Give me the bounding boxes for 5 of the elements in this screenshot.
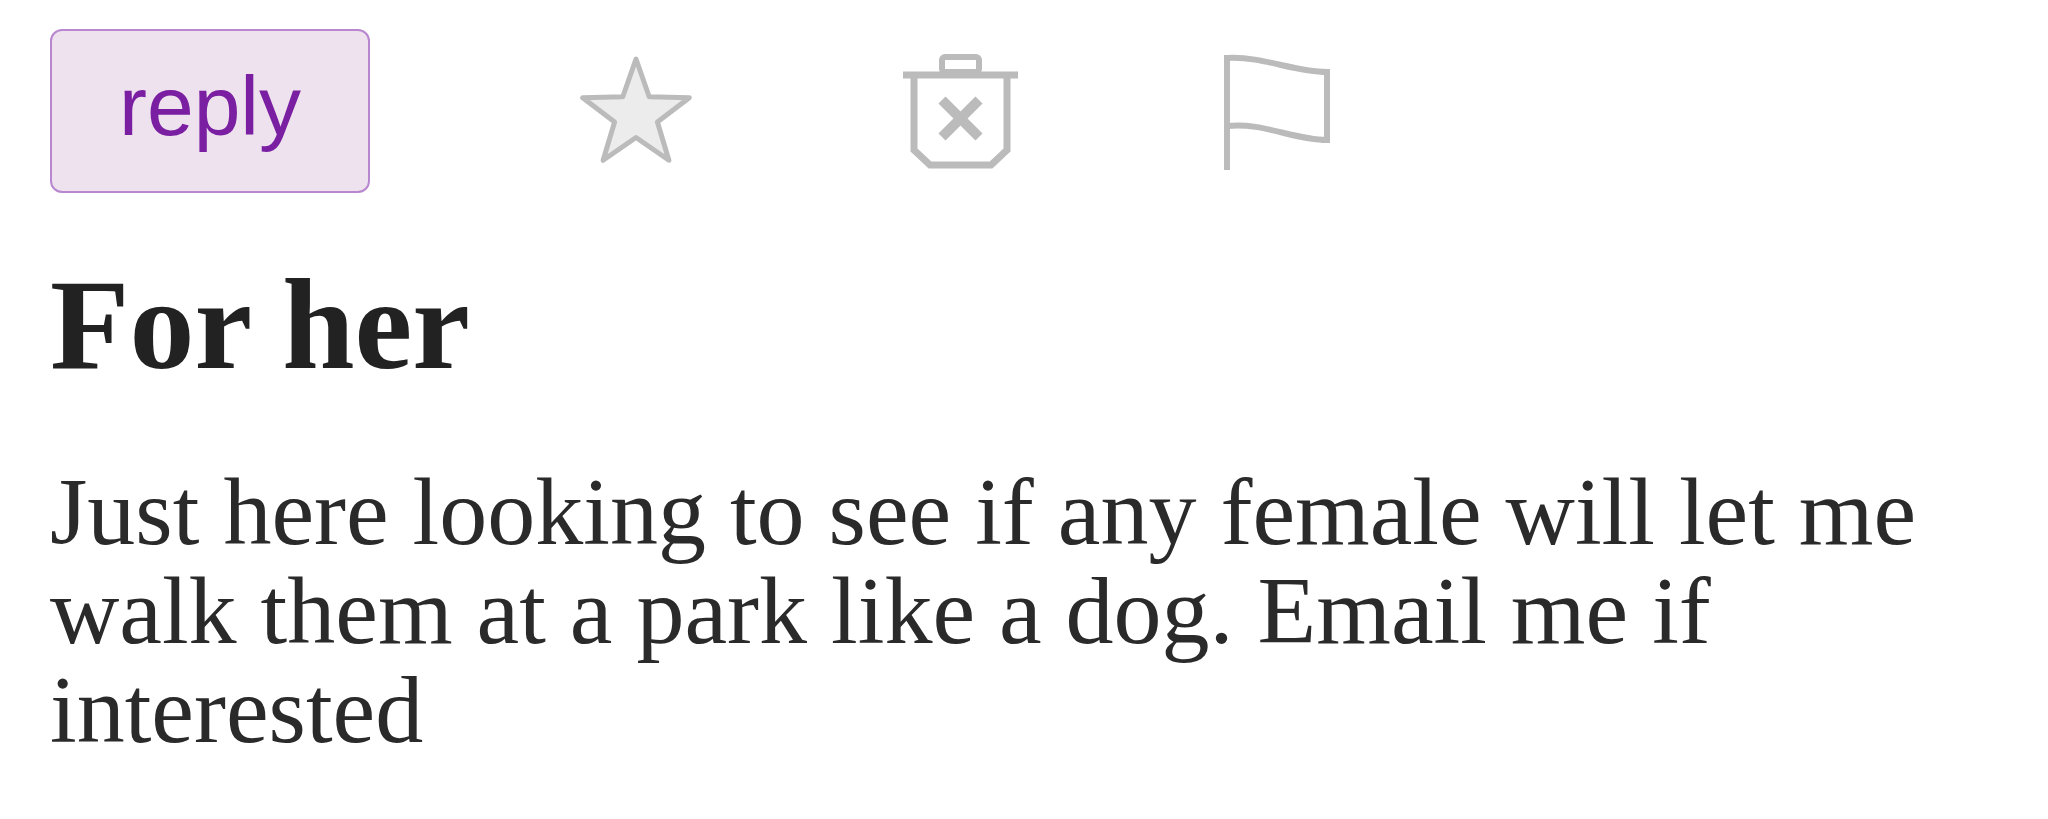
posting-title: For her [50,252,471,396]
flag-icon[interactable] [1223,52,1331,170]
reply-button[interactable]: reply [50,29,370,193]
trash-icon[interactable] [902,52,1019,170]
posting-body: Just here looking to see if any female will let me walk them at a park like a dog. Email me if interested [49,462,1918,759]
